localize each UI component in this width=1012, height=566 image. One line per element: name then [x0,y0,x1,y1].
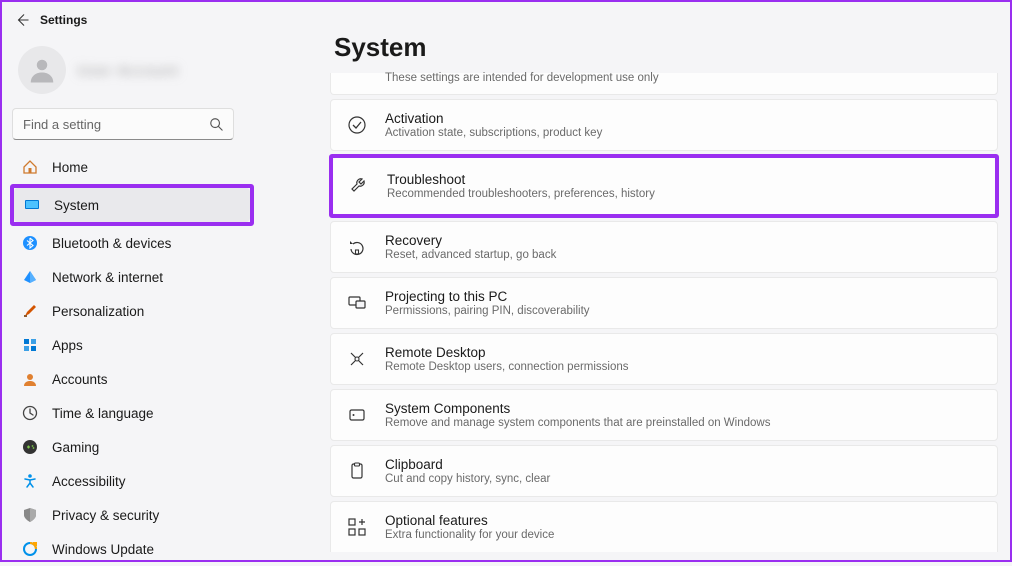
sidebar-item-accessibility[interactable]: Accessibility [12,464,314,498]
search-box[interactable] [12,108,234,140]
sidebar-item-label: Home [52,160,88,175]
wrench-icon [349,176,369,196]
home-icon [22,159,38,175]
sidebar-item-label: Network & internet [52,270,163,285]
shield-icon [22,507,38,523]
optional-features-icon [347,517,367,537]
accessibility-icon [22,473,38,489]
card-title: Optional features [385,513,554,528]
person-icon [27,55,57,85]
sidebar-item-label: Gaming [52,440,99,455]
highlight-troubleshoot: Troubleshoot Recommended troubleshooters… [329,154,999,218]
check-circle-icon [347,115,367,135]
card-components[interactable]: System Components Remove and manage syst… [330,389,998,441]
card-title: Remote Desktop [385,345,629,360]
card-sub: Cut and copy history, sync, clear [385,473,550,485]
sidebar-item-accounts[interactable]: Accounts [12,362,314,396]
clipboard-icon [347,461,367,481]
sidebar-item-personalization[interactable]: Personalization [12,294,314,328]
accounts-icon [22,371,38,387]
card-activation[interactable]: Activation Activation state, subscriptio… [330,99,998,151]
sidebar-item-network[interactable]: Network & internet [12,260,314,294]
sidebar-item-home[interactable]: Home [12,150,314,184]
profile-name: User Account [78,63,179,78]
card-title: Troubleshoot [387,172,655,187]
sidebar-nav: Home System Bluetooth & devices Network … [8,150,318,566]
card-sub: Permissions, pairing PIN, discoverabilit… [385,305,590,317]
card-title: Projecting to this PC [385,289,590,304]
sidebar-item-system[interactable]: System [14,188,250,222]
wifi-icon [22,269,38,285]
card-title: Clipboard [385,457,550,472]
apps-icon [22,337,38,353]
card-sub: These settings are intended for developm… [385,72,659,84]
app-title: Settings [40,13,87,27]
page-title: System [334,32,998,63]
search-icon [209,117,223,131]
sidebar-item-update[interactable]: Windows Update [12,532,314,566]
back-button[interactable] [14,12,30,28]
card-remote[interactable]: Remote Desktop Remote Desktop users, con… [330,333,998,385]
clock-icon [22,405,38,421]
sidebar-item-bluetooth[interactable]: Bluetooth & devices [12,226,314,260]
remote-desktop-icon [347,349,367,369]
card-dev-partial[interactable]: These settings are intended for developm… [330,73,998,95]
card-title: Activation [385,111,602,126]
system-icon [24,197,40,213]
paintbrush-icon [22,303,38,319]
card-sub: Activation state, subscriptions, product… [385,127,602,139]
card-sub: Remove and manage system components that… [385,417,770,429]
card-sub: Reset, advanced startup, go back [385,249,556,261]
sidebar-item-time[interactable]: Time & language [12,396,314,430]
card-title: Recovery [385,233,556,248]
sidebar-item-apps[interactable]: Apps [12,328,314,362]
sidebar-item-label: Accessibility [52,474,126,489]
avatar [18,46,66,94]
card-optional[interactable]: Optional features Extra functionality fo… [330,501,998,552]
sidebar-item-privacy[interactable]: Privacy & security [12,498,314,532]
card-sub: Recommended troubleshooters, preferences… [387,188,655,200]
profile-block[interactable]: User Account [8,34,318,108]
settings-list: These settings are intended for developm… [330,73,998,552]
components-icon [347,405,367,425]
card-recovery[interactable]: Recovery Reset, advanced startup, go bac… [330,221,998,273]
sidebar-item-gaming[interactable]: Gaming [12,430,314,464]
update-icon [22,541,38,557]
sidebar-item-label: Bluetooth & devices [52,236,171,251]
sidebar-item-label: Personalization [52,304,144,319]
recovery-icon [347,237,367,257]
card-sub: Remote Desktop users, connection permiss… [385,361,629,373]
card-troubleshoot[interactable]: Troubleshoot Recommended troubleshooters… [333,158,995,214]
highlight-system: System [10,184,254,226]
search-input[interactable] [23,117,209,132]
sidebar-item-label: Apps [52,338,83,353]
sidebar-item-label: System [54,198,99,213]
card-title: System Components [385,401,770,416]
card-clipboard[interactable]: Clipboard Cut and copy history, sync, cl… [330,445,998,497]
bluetooth-icon [22,235,38,251]
sidebar-item-label: Time & language [52,406,154,421]
arrow-left-icon [15,13,29,27]
gaming-icon [22,439,38,455]
card-sub: Extra functionality for your device [385,529,554,541]
card-projecting[interactable]: Projecting to this PC Permissions, pairi… [330,277,998,329]
sidebar-item-label: Privacy & security [52,508,159,523]
projecting-icon [347,293,367,313]
sidebar-item-label: Windows Update [52,542,154,557]
sidebar-item-label: Accounts [52,372,108,387]
blank-icon [347,68,367,88]
